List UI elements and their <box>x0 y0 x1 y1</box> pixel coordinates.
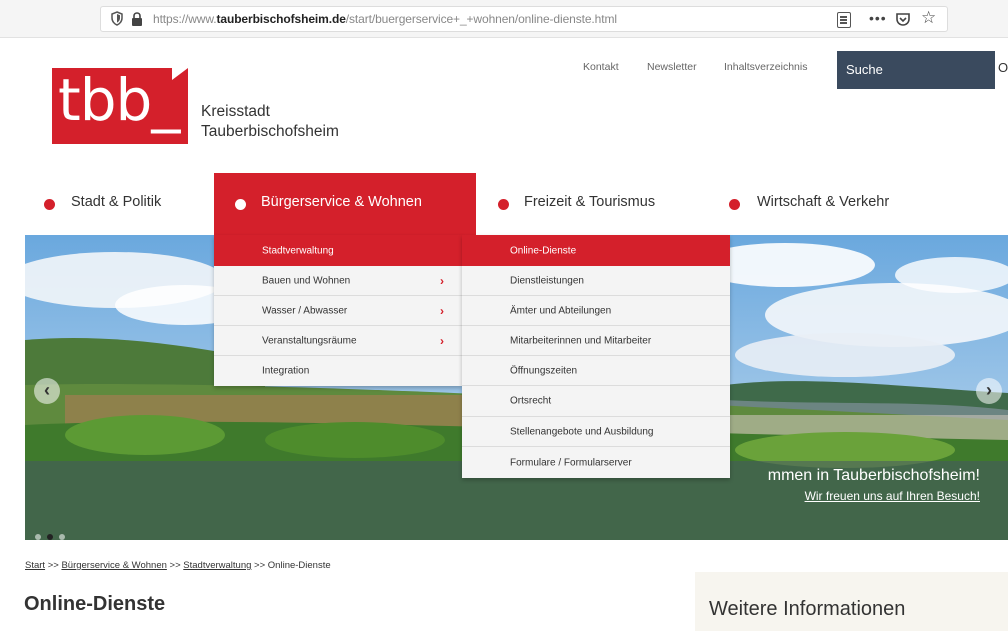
submenu-item-oeffnungszeiten[interactable]: Öffnungszeiten <box>462 356 730 386</box>
bullet-icon <box>235 199 246 210</box>
toplink-inhaltsverzeichnis[interactable]: Inhaltsverzeichnis <box>724 61 807 73</box>
nav-freizeit-tourismus[interactable]: Freizeit & Tourismus <box>476 173 704 235</box>
breadcrumb-buergerservice[interactable]: Bürgerservice & Wohnen <box>61 560 166 571</box>
search-icon[interactable]: O <box>998 60 1008 75</box>
chevron-right-icon: › <box>440 303 444 318</box>
submenu-stadtverwaltung: Online-Dienste Dienstleistungen Ämter un… <box>462 235 730 478</box>
breadcrumb-start[interactable]: Start <box>25 560 45 571</box>
nav-buergerservice-wohnen[interactable]: Bürgerservice & Wohnen <box>214 173 476 235</box>
breadcrumb-stadtverwaltung[interactable]: Stadtverwaltung <box>183 560 251 571</box>
breadcrumb-separator: >> <box>254 560 266 571</box>
logo-text[interactable]: tbb_ <box>58 66 180 134</box>
page-title: Online-Dienste <box>24 593 166 615</box>
more-actions-icon[interactable]: ••• <box>869 10 887 26</box>
pocket-icon[interactable] <box>895 11 911 27</box>
slider-prev-icon[interactable]: ‹ <box>34 378 60 404</box>
lock-icon[interactable] <box>131 12 143 26</box>
city-line-2: Tauberbischofsheim <box>201 123 339 140</box>
submenu-item-mitarbeiter[interactable]: Mitarbeiterinnen und Mitarbeiter <box>462 326 730 356</box>
browser-toolbar: https://www.tauberbischofsheim.de/start/… <box>0 0 1008 38</box>
slider-dots <box>35 527 71 540</box>
submenu-item-bauen-wohnen[interactable]: Bauen und Wohnen › <box>214 266 462 296</box>
slider-dot-active[interactable] <box>47 534 53 540</box>
breadcrumb-separator: >> <box>169 560 181 571</box>
search-placeholder: Suche <box>846 62 883 77</box>
nav-label: Freizeit & Tourismus <box>524 194 656 210</box>
submenu-item-online-dienste[interactable]: Online-Dienste <box>462 235 730 266</box>
breadcrumb: Start >> Bürgerservice & Wohnen >> Stadt… <box>25 560 331 571</box>
bullet-icon <box>44 199 55 210</box>
submenu-item-stadtverwaltung[interactable]: Stadtverwaltung <box>214 235 462 266</box>
chevron-right-icon: › <box>440 273 444 288</box>
breadcrumb-separator: >> <box>47 560 59 571</box>
nav-stadt-politik[interactable]: Stadt & Politik <box>0 173 214 235</box>
hero-subtitle-link[interactable]: Wir freuen uns auf Ihren Besuch! <box>805 489 980 503</box>
submenu-buergerservice: Stadtverwaltung Bauen und Wohnen › Wasser… <box>214 235 462 386</box>
sidebar-title: Weitere Informationen <box>709 598 906 620</box>
chevron-right-icon: › <box>440 333 444 348</box>
submenu-item-wasser-abwasser[interactable]: Wasser / Abwasser › <box>214 296 462 326</box>
toplink-kontakt[interactable]: Kontakt <box>583 61 619 73</box>
toplink-newsletter[interactable]: Newsletter <box>647 61 697 73</box>
nav-label: Stadt & Politik <box>71 194 162 210</box>
bullet-icon <box>729 199 740 210</box>
submenu-item-formulare[interactable]: Formulare / Formularserver <box>462 447 730 478</box>
submenu-item-aemter[interactable]: Ämter und Abteilungen <box>462 296 730 326</box>
slider-next-icon[interactable]: › <box>976 378 1002 404</box>
search-input[interactable]: Suche <box>837 51 995 89</box>
hero-title: mmen in Tauberbischofsheim! <box>767 467 980 484</box>
url-bar[interactable]: https://www.tauberbischofsheim.de/start/… <box>100 6 948 32</box>
bookmark-star-icon[interactable]: ☆ <box>921 8 936 28</box>
nav-label: Bürgerservice & Wohnen <box>261 194 422 210</box>
nav-wirtschaft-verkehr[interactable]: Wirtschaft & Verkehr <box>704 173 1008 235</box>
slider-dot[interactable] <box>59 534 65 540</box>
submenu-item-integration[interactable]: Integration <box>214 356 462 386</box>
url-text[interactable]: https://www.tauberbischofsheim.de/start/… <box>153 12 617 26</box>
city-name: Kreisstadt Tauberbischofsheim <box>201 102 339 142</box>
sidebar-info-box: Weitere Informationen <box>695 572 1008 631</box>
shield-icon[interactable] <box>111 11 123 26</box>
bullet-icon <box>498 199 509 210</box>
breadcrumb-current: Online-Dienste <box>267 560 331 571</box>
submenu-item-dienstleistungen[interactable]: Dienstleistungen <box>462 266 730 296</box>
submenu-item-veranstaltungsraeume[interactable]: Veranstaltungsräume › <box>214 326 462 356</box>
city-line-1: Kreisstadt <box>201 103 270 120</box>
reader-view-icon[interactable] <box>837 12 851 28</box>
submenu-item-stellenangebote[interactable]: Stellenangebote und Ausbildung <box>462 417 730 447</box>
nav-label: Wirtschaft & Verkehr <box>757 194 890 210</box>
submenu-item-ortsrecht[interactable]: Ortsrecht <box>462 386 730 417</box>
slider-dot[interactable] <box>35 534 41 540</box>
